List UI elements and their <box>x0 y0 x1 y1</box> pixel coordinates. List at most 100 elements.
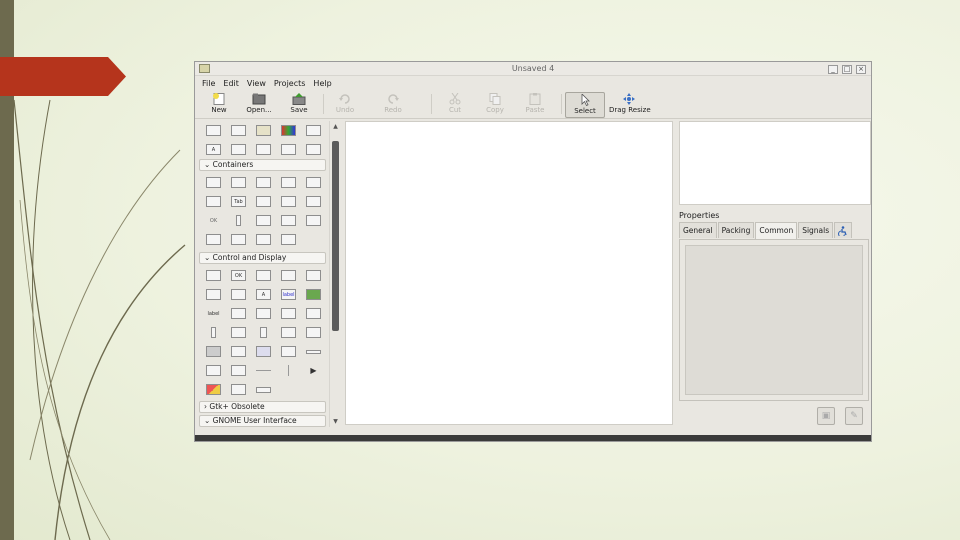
minimize-button[interactable]: _ <box>828 65 838 74</box>
menu-edit[interactable]: Edit <box>223 79 239 88</box>
palette-layout[interactable] <box>251 211 276 230</box>
properties-clear-button[interactable]: ▣ <box>817 407 835 425</box>
palette-entry[interactable] <box>226 304 251 323</box>
close-button[interactable]: × <box>856 65 866 74</box>
scrollbar-thumb[interactable] <box>332 141 339 331</box>
palette-file-chooser[interactable] <box>301 121 326 140</box>
palette-tree-view[interactable] <box>226 342 251 361</box>
group-containers-header[interactable]: ⌄ Containers <box>199 159 326 171</box>
palette-color-selection[interactable] <box>276 121 301 140</box>
palette-curve[interactable] <box>251 380 276 399</box>
palette-vbox[interactable] <box>226 173 251 192</box>
palette-handle-box[interactable] <box>276 230 301 249</box>
palette-button-box[interactable] <box>251 192 276 211</box>
palette-ruler[interactable] <box>226 380 251 399</box>
palette-menu-bar[interactable] <box>201 361 226 380</box>
palette-font-button[interactable] <box>226 285 251 304</box>
palette-message-dialog[interactable] <box>251 140 276 159</box>
hscale-icon <box>306 308 321 319</box>
tab-packing[interactable]: Packing <box>717 222 755 238</box>
palette-font-selection[interactable]: A <box>201 140 226 159</box>
palette-vscrollbar[interactable] <box>251 323 276 342</box>
cut-button[interactable]: Cut <box>435 92 475 118</box>
palette-table[interactable] <box>251 173 276 192</box>
menu-projects[interactable]: Projects <box>274 79 306 88</box>
design-canvas[interactable] <box>345 121 673 425</box>
palette-hscale[interactable] <box>301 304 326 323</box>
palette-button[interactable] <box>201 266 226 285</box>
maximize-button[interactable]: □ <box>842 65 852 74</box>
palette-recent-chooser[interactable] <box>276 140 301 159</box>
palette-fixed[interactable] <box>276 211 301 230</box>
palette-vseparator[interactable] <box>276 361 301 380</box>
drag-resize-button[interactable]: Drag Resize <box>609 92 651 118</box>
palette-label[interactable]: label <box>276 285 301 304</box>
palette-check-button[interactable] <box>251 266 276 285</box>
palette-frame[interactable] <box>301 173 326 192</box>
tab-general[interactable]: General <box>679 222 717 238</box>
palette-combo-box[interactable] <box>276 323 301 342</box>
paste-button[interactable]: Paste <box>515 92 555 118</box>
palette-window[interactable] <box>201 121 226 140</box>
properties-edit-button[interactable]: ✎ <box>845 407 863 425</box>
palette-drawing-area[interactable] <box>201 380 226 399</box>
palette-text-label[interactable]: A <box>251 285 276 304</box>
palette-viewport[interactable] <box>226 230 251 249</box>
save-button[interactable]: Save <box>279 92 319 118</box>
new-button[interactable]: New <box>199 92 239 118</box>
tab-accessibility[interactable] <box>834 222 853 238</box>
palette-text-view[interactable] <box>276 304 301 323</box>
tab-common[interactable]: Common <box>755 222 798 239</box>
undo-button[interactable]: Undo <box>325 92 365 118</box>
palette-about[interactable] <box>251 121 276 140</box>
palette-icon-view[interactable] <box>251 342 276 361</box>
group-gnome-ui-header[interactable]: ⌄ GNOME User Interface <box>199 415 326 427</box>
palette-hpaned[interactable] <box>201 192 226 211</box>
menu-file[interactable]: File <box>202 79 215 88</box>
palette-hbutton-box[interactable]: OK <box>201 211 226 230</box>
palette-hbox[interactable] <box>201 173 226 192</box>
scroll-up-icon[interactable]: ▲ <box>331 122 340 131</box>
palette-accel-label[interactable]: label <box>201 304 226 323</box>
palette-assistant[interactable] <box>301 140 326 159</box>
palette-spin-button[interactable] <box>276 266 301 285</box>
tab-signals[interactable]: Signals <box>798 222 834 238</box>
copy-button[interactable]: Copy <box>475 92 515 118</box>
palette-scrollbar[interactable]: ▲ ▼ <box>329 121 340 427</box>
scroll-down-icon[interactable]: ▼ <box>331 417 340 426</box>
select-button[interactable]: Select <box>565 92 605 118</box>
title-bar: Unsaved 4 _ □ × <box>195 62 871 76</box>
palette-link-button[interactable] <box>201 285 226 304</box>
palette-hscrollbar[interactable] <box>226 323 251 342</box>
palette-input-dialog[interactable] <box>226 140 251 159</box>
palette-expander[interactable]: Tab <box>226 192 251 211</box>
layout-icon <box>256 215 271 226</box>
group-gtk-obsolete-header[interactable]: › Gtk+ Obsolete <box>199 401 326 413</box>
palette-vscale[interactable] <box>201 323 226 342</box>
menu-help[interactable]: Help <box>313 79 331 88</box>
palette-toggle-button[interactable]: OK <box>226 266 251 285</box>
palette-combo-entry[interactable] <box>301 323 326 342</box>
palette-arrow[interactable]: ▶ <box>301 361 326 380</box>
open-button[interactable]: Open... <box>239 92 279 118</box>
palette-statusbar[interactable] <box>276 342 301 361</box>
palette-dialog[interactable] <box>226 121 251 140</box>
palette-calendar[interactable] <box>301 342 326 361</box>
palette-hpane[interactable] <box>276 192 301 211</box>
palette-toolbar[interactable] <box>226 361 251 380</box>
palette-event-box[interactable] <box>301 211 326 230</box>
palette-alignment[interactable] <box>201 230 226 249</box>
palette-notebook[interactable] <box>276 173 301 192</box>
redo-button[interactable]: Redo <box>373 92 413 118</box>
palette-vbutton-box[interactable] <box>226 211 251 230</box>
palette-scrolled-window[interactable] <box>251 230 276 249</box>
palette-progress-bar[interactable] <box>201 342 226 361</box>
group-control-display-header[interactable]: ⌄ Control and Display <box>199 252 326 264</box>
palette-radio-button[interactable] <box>301 266 326 285</box>
palette-hseparator[interactable] <box>251 361 276 380</box>
palette-text-entry[interactable] <box>251 304 276 323</box>
palette-vpane[interactable] <box>301 192 326 211</box>
palette-image[interactable] <box>301 285 326 304</box>
menu-view[interactable]: View <box>247 79 266 88</box>
widget-inspector[interactable] <box>679 121 871 205</box>
